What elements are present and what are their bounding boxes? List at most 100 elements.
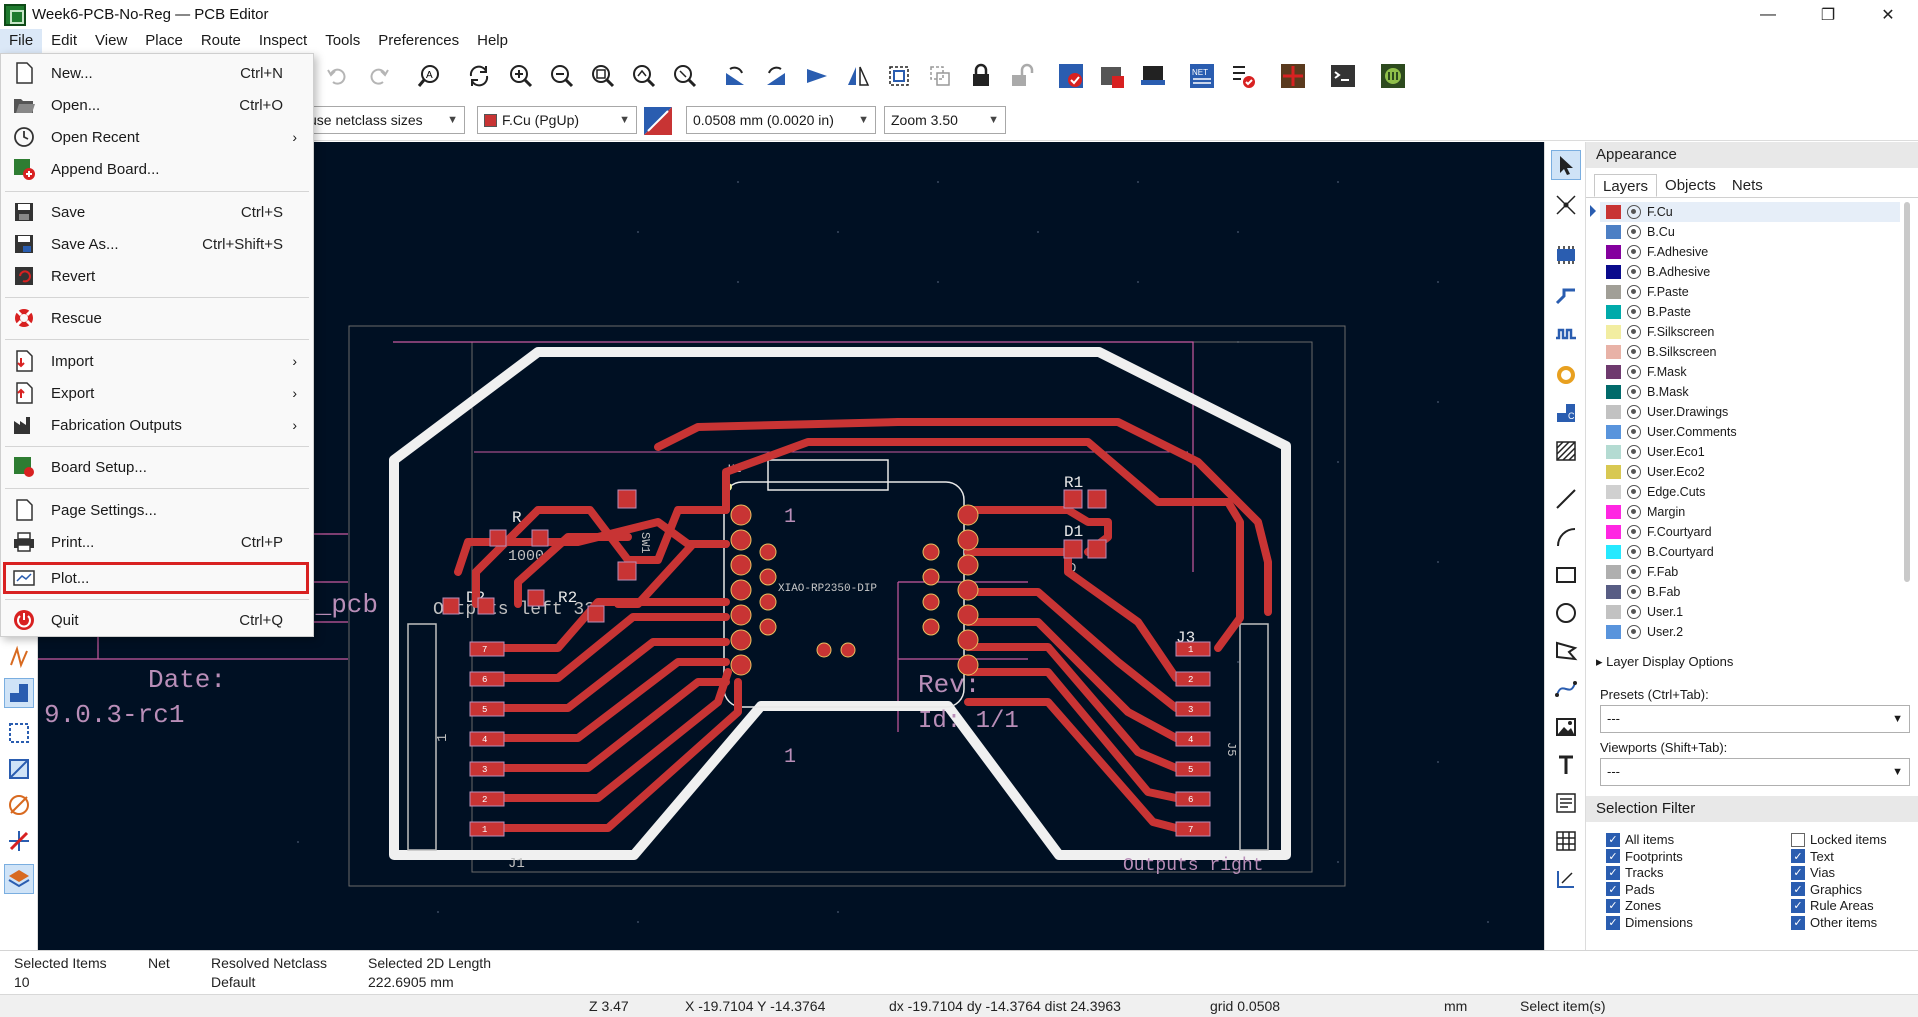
zoom-fit-icon[interactable]	[588, 61, 618, 91]
layer-row[interactable]: F.Fab	[1600, 562, 1900, 582]
layer-color-swatch[interactable]	[1606, 585, 1621, 599]
visibility-eye-icon[interactable]	[1627, 265, 1641, 279]
selection-filter-checkbox[interactable]: ✓ Vias	[1791, 865, 1835, 880]
visibility-eye-icon[interactable]	[1627, 585, 1641, 599]
layer-row[interactable]: B.Mask	[1600, 382, 1900, 402]
drc-icon[interactable]	[1228, 61, 1258, 91]
selection-filter-checkbox[interactable]: ✓ Footprints	[1606, 849, 1683, 864]
layer-color-swatch[interactable]	[1606, 605, 1621, 619]
layer-color-swatch[interactable]	[1606, 345, 1621, 359]
layer-row[interactable]: F.Mask	[1600, 362, 1900, 382]
selection-filter-checkbox[interactable]: Locked items	[1791, 832, 1887, 847]
selection-filter-checkbox[interactable]: ✓ Tracks	[1606, 865, 1664, 880]
zone-fill-icon[interactable]	[4, 754, 34, 784]
checkbox-checked-icon[interactable]: ✓	[1791, 915, 1805, 930]
layer-color-swatch[interactable]	[1606, 365, 1621, 379]
zoom-selection-icon[interactable]	[670, 61, 700, 91]
menu-item-save-as[interactable]: Save As... Ctrl+Shift+S	[1, 228, 313, 260]
selection-filter-checkbox[interactable]: ✓ Text	[1791, 849, 1834, 864]
add-footprint-icon[interactable]	[1551, 240, 1581, 270]
checkbox-unchecked-icon[interactable]	[1791, 832, 1805, 847]
redo-icon[interactable]	[364, 61, 394, 91]
menu-help[interactable]: Help	[468, 29, 517, 53]
pad-display-icon[interactable]	[4, 678, 34, 708]
menu-preferences[interactable]: Preferences	[369, 29, 468, 53]
visibility-eye-icon[interactable]	[1627, 225, 1641, 239]
menu-place[interactable]: Place	[136, 29, 192, 53]
add-textbox-icon[interactable]	[1551, 788, 1581, 818]
tune-length-icon[interactable]	[1551, 320, 1581, 350]
layer-row[interactable]: B.Cu	[1600, 222, 1900, 242]
add-via-icon[interactable]	[1551, 360, 1581, 390]
undo-icon[interactable]	[322, 61, 352, 91]
menu-item-page-settings[interactable]: Page Settings...	[1, 494, 313, 526]
selection-filter-checkbox[interactable]: ✓ Pads	[1606, 882, 1655, 897]
layer-row[interactable]: User.Drawings	[1600, 402, 1900, 422]
route-track-icon[interactable]	[1551, 280, 1581, 310]
layer-color-swatch[interactable]	[1606, 385, 1621, 399]
checkbox-checked-icon[interactable]: ✓	[1791, 882, 1805, 897]
menu-file[interactable]: File	[0, 29, 43, 53]
layer-color-swatch[interactable]	[1606, 425, 1621, 439]
zoom-select[interactable]: Zoom 3.50 ▼	[884, 106, 1006, 134]
mirror-vertical-icon[interactable]	[802, 61, 832, 91]
ratsnest-icon[interactable]	[4, 642, 34, 672]
visibility-eye-icon[interactable]	[1627, 405, 1641, 419]
tab-layers[interactable]: Layers	[1594, 174, 1658, 197]
menu-edit[interactable]: Edit	[42, 29, 86, 53]
visibility-eye-icon[interactable]	[1627, 205, 1641, 219]
draw-arc-icon[interactable]	[1551, 522, 1581, 552]
visibility-eye-icon[interactable]	[1627, 345, 1641, 359]
menu-route[interactable]: Route	[192, 29, 250, 53]
menu-item-append-board[interactable]: Append Board...	[1, 153, 313, 185]
layer-color-swatch[interactable]	[1606, 265, 1621, 279]
checkbox-checked-icon[interactable]: ✓	[1791, 849, 1805, 864]
lock-icon[interactable]	[966, 61, 996, 91]
board-setup-icon[interactable]	[1056, 61, 1086, 91]
layer-display-options-toggle[interactable]: ▸ Layer Display Options	[1596, 654, 1733, 670]
draw-rectangle-icon[interactable]	[1551, 560, 1581, 590]
visibility-eye-icon[interactable]	[1627, 445, 1641, 459]
layer-color-swatch[interactable]	[1606, 245, 1621, 259]
draw-polygon-icon[interactable]	[1551, 636, 1581, 666]
layer-row[interactable]: User.Eco1	[1600, 442, 1900, 462]
layer-color-swatch[interactable]	[1606, 485, 1621, 499]
zoom-objects-icon[interactable]	[629, 61, 659, 91]
visibility-eye-icon[interactable]	[1627, 425, 1641, 439]
local-ratsnest-icon[interactable]	[1551, 190, 1581, 220]
presets-select[interactable]: --- ▼	[1600, 705, 1910, 733]
visibility-eye-icon[interactable]	[1627, 285, 1641, 299]
menu-item-print[interactable]: Print... Ctrl+P	[1, 526, 313, 558]
menu-item-save[interactable]: Save Ctrl+S	[1, 196, 313, 228]
visibility-eye-icon[interactable]	[1627, 605, 1641, 619]
layer-row[interactable]: B.Paste	[1600, 302, 1900, 322]
layer-row[interactable]: F.Courtyard	[1600, 522, 1900, 542]
layer-row[interactable]: F.Cu	[1590, 202, 1900, 222]
scripting-console-icon[interactable]	[1328, 61, 1358, 91]
refresh-icon[interactable]	[464, 61, 494, 91]
layer-color-swatch[interactable]	[1606, 565, 1621, 579]
draw-circle-icon[interactable]	[1551, 598, 1581, 628]
menu-item-rescue[interactable]: Rescue	[1, 302, 313, 334]
layer-row[interactable]: User.1	[1600, 602, 1900, 622]
selection-filter-checkbox[interactable]: ✓ Zones	[1606, 898, 1661, 913]
zoom-in-icon[interactable]	[506, 61, 536, 91]
menu-item-new[interactable]: New... Ctrl+N	[1, 57, 313, 89]
plugin-icon[interactable]	[1378, 61, 1408, 91]
layer-row[interactable]: F.Adhesive	[1600, 242, 1900, 262]
visibility-eye-icon[interactable]	[1627, 305, 1641, 319]
add-dimension-icon[interactable]	[1551, 864, 1581, 894]
footprint-editor-icon[interactable]	[1097, 61, 1127, 91]
selection-filter-checkbox[interactable]: ✓ Rule Areas	[1791, 898, 1874, 913]
layer-color-swatch[interactable]	[1606, 465, 1621, 479]
netlist-icon[interactable]: NET	[1187, 61, 1217, 91]
add-image-icon[interactable]	[1551, 712, 1581, 742]
layer-color-swatch[interactable]	[1606, 405, 1621, 419]
menu-item-open-recent[interactable]: Open Recent ›	[1, 121, 313, 153]
layer-color-swatch[interactable]	[1606, 305, 1621, 319]
layer-color-swatch[interactable]	[1606, 625, 1621, 639]
zone-outline-icon[interactable]	[4, 718, 34, 748]
find-icon[interactable]: A	[414, 61, 444, 91]
layer-manager-icon[interactable]	[4, 864, 34, 894]
layer-row[interactable]: F.Silkscreen	[1600, 322, 1900, 342]
